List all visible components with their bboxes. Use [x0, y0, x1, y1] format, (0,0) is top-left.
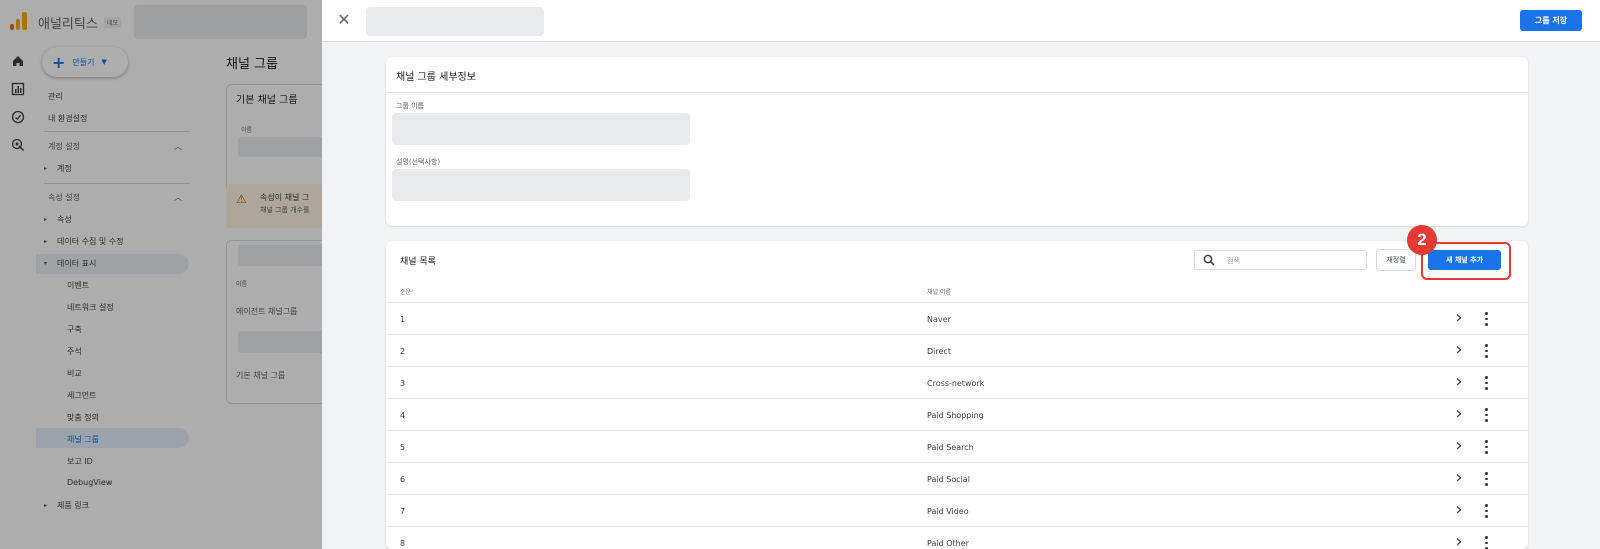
modal-scrim[interactable] — [0, 0, 322, 549]
channel-order: 1 — [400, 315, 406, 324]
channel-search-input[interactable]: 검색 — [1194, 250, 1367, 270]
table-row[interactable]: 8 Paid Other › — [386, 526, 1528, 549]
channel-name: Direct — [927, 347, 951, 356]
chevron-right-icon[interactable]: › — [1451, 341, 1467, 359]
channel-list-title: 채널 목록 — [400, 257, 436, 267]
description-label: 설명(선택사항) — [396, 158, 441, 166]
table-row[interactable]: 7 Paid Video › — [386, 494, 1528, 526]
step-badge: 2 — [1407, 225, 1437, 255]
group-name-field[interactable] — [392, 113, 690, 145]
chevron-right-icon[interactable]: › — [1451, 405, 1467, 423]
channel-name: Paid Other — [927, 539, 969, 548]
redacted-title — [366, 7, 544, 36]
save-group-button[interactable]: 그룹 저장 — [1520, 10, 1582, 31]
channel-order: 6 — [400, 475, 406, 484]
table-row[interactable]: 4 Paid Shopping › — [386, 398, 1528, 430]
more-vert-icon[interactable] — [1480, 406, 1492, 424]
group-name-label: 그룹 이름 — [396, 102, 424, 110]
chevron-right-icon[interactable]: › — [1451, 437, 1467, 455]
drawer-header: ✕ 그룹 저장 — [322, 0, 1600, 42]
channel-name: Paid Social — [927, 475, 970, 484]
channel-name: Paid Search — [927, 443, 974, 452]
channel-name: Cross-network — [927, 379, 985, 388]
description-field[interactable] — [392, 169, 690, 201]
more-vert-icon[interactable] — [1480, 502, 1492, 520]
table-row[interactable]: 6 Paid Social › — [386, 462, 1528, 494]
more-vert-icon[interactable] — [1480, 470, 1492, 488]
channel-list-card: 채널 목록 검색 재정렬 새 채널 추가 2 순운 채널 이름 1 Naver › 2… — [386, 225, 1528, 549]
table-row[interactable]: 2 Direct › — [386, 334, 1528, 366]
channel-order: 4 — [400, 411, 406, 420]
close-icon[interactable]: ✕ — [334, 10, 354, 30]
details-title: 채널 그룹 세부정보 — [396, 72, 476, 83]
col-order-header: 순운 — [400, 289, 412, 296]
more-vert-icon[interactable] — [1480, 534, 1492, 549]
channel-name: Paid Shopping — [927, 411, 984, 420]
channel-order: 5 — [400, 443, 406, 452]
channel-order: 7 — [400, 507, 406, 516]
chevron-right-icon[interactable]: › — [1451, 501, 1467, 519]
search-icon — [1203, 254, 1215, 266]
channel-order: 8 — [400, 539, 406, 548]
chevron-right-icon[interactable]: › — [1451, 469, 1467, 487]
table-row[interactable]: 3 Cross-network › — [386, 366, 1528, 398]
table-row[interactable]: 5 Paid Search › — [386, 430, 1528, 462]
chevron-right-icon[interactable]: › — [1451, 373, 1467, 391]
chevron-right-icon[interactable]: › — [1451, 533, 1467, 549]
divider — [386, 92, 1528, 93]
col-name-header: 채널 이름 — [927, 289, 951, 296]
reorder-button[interactable]: 재정렬 — [1376, 249, 1416, 271]
table-row[interactable]: 1 Naver › — [386, 302, 1528, 334]
more-vert-icon[interactable] — [1480, 310, 1492, 328]
more-vert-icon[interactable] — [1480, 342, 1492, 360]
channel-order: 3 — [400, 379, 406, 388]
channel-name: Paid Video — [927, 507, 969, 516]
channel-order: 2 — [400, 347, 406, 356]
edit-channel-group-drawer: ✕ 그룹 저장 채널 그룹 세부정보 그룹 이름 설명(선택사항) 채널 목록 … — [322, 0, 1600, 549]
chevron-right-icon[interactable]: › — [1451, 309, 1467, 327]
more-vert-icon[interactable] — [1480, 374, 1492, 392]
channel-name: Naver — [927, 315, 951, 324]
group-details-card: 채널 그룹 세부정보 그룹 이름 설명(선택사항) — [386, 57, 1528, 226]
more-vert-icon[interactable] — [1480, 438, 1492, 456]
